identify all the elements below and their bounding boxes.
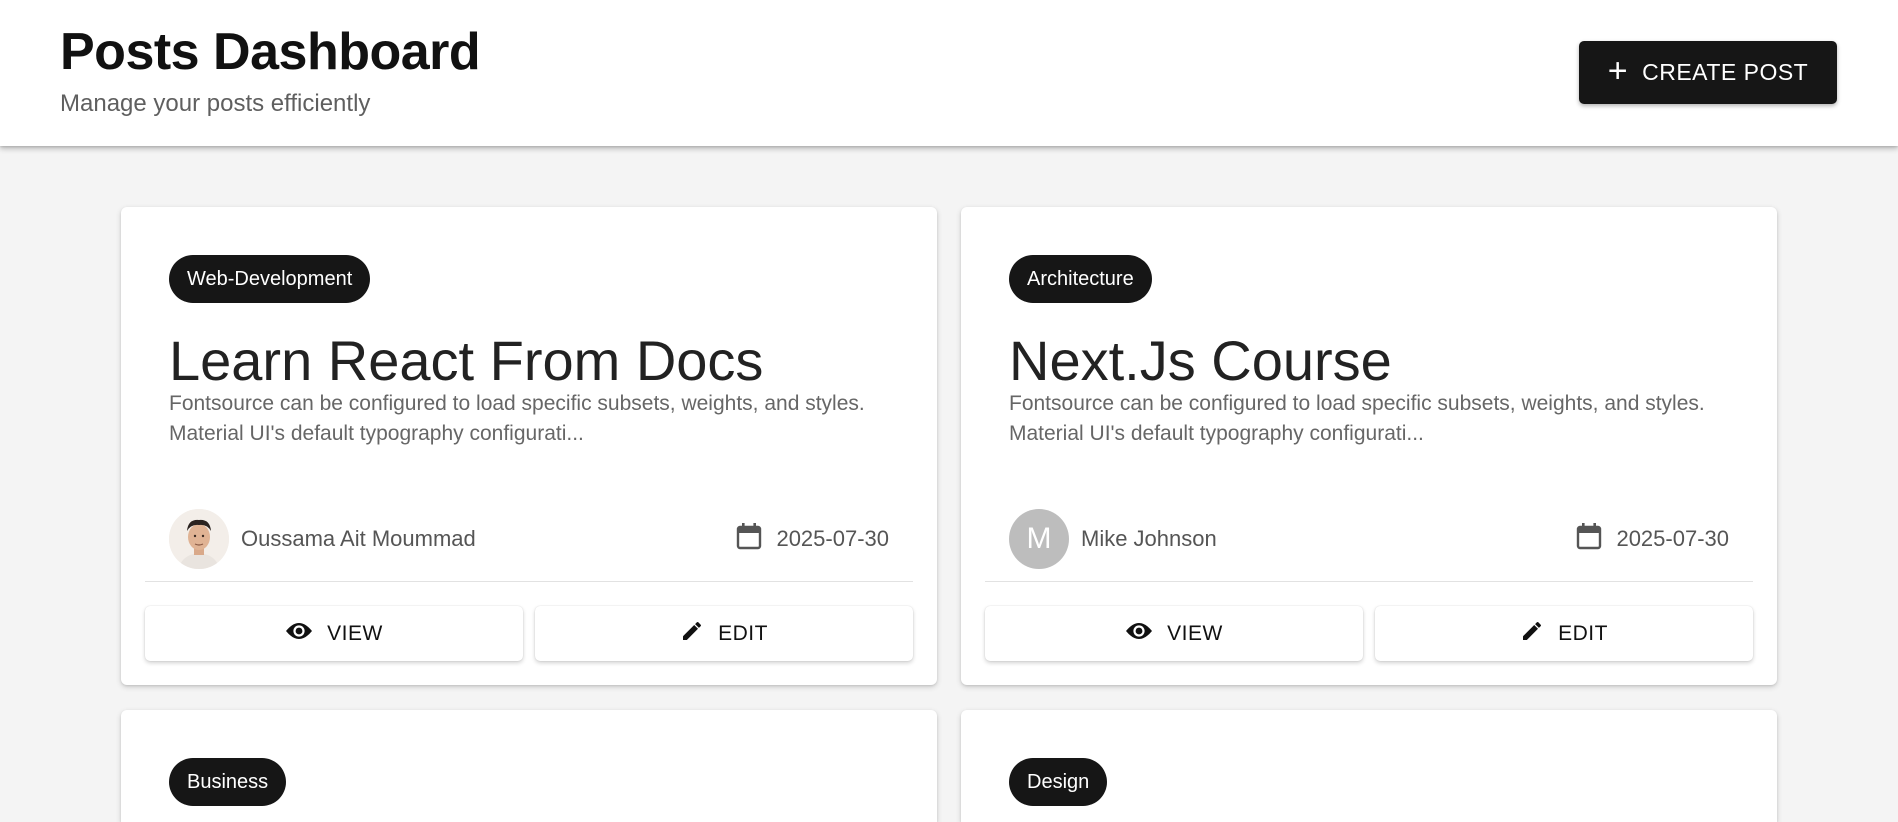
pencil-icon xyxy=(1520,619,1544,649)
eye-icon xyxy=(1125,621,1153,647)
create-post-button[interactable]: + CREATE POST xyxy=(1579,41,1837,104)
card-actions: VIEW EDIT xyxy=(145,606,913,661)
category-badge: Business xyxy=(169,758,287,806)
card-divider xyxy=(985,581,1753,582)
pencil-icon xyxy=(680,619,704,649)
post-card: Business xyxy=(121,710,937,822)
post-excerpt: Fontsource can be configured to load spe… xyxy=(169,392,865,445)
avatar: M xyxy=(1009,509,1069,569)
eye-icon xyxy=(285,621,313,647)
post-card: Design xyxy=(961,710,1777,822)
view-label: VIEW xyxy=(327,621,383,645)
post-title: Learn React From Docs xyxy=(169,329,764,392)
app-header: Posts Dashboard Manage your posts effici… xyxy=(0,0,1898,146)
create-post-label: CREATE POST xyxy=(1642,59,1809,85)
view-button[interactable]: VIEW xyxy=(985,606,1363,661)
post-date: 2025-07-30 xyxy=(736,522,889,556)
post-date-text: 2025-07-30 xyxy=(1616,526,1729,551)
category-badge: Architecture xyxy=(1009,255,1152,303)
view-label: VIEW xyxy=(1167,621,1223,645)
post-date: 2025-07-30 xyxy=(1576,522,1729,556)
edit-label: EDIT xyxy=(718,621,768,645)
post-excerpt: Fontsource can be configured to load spe… xyxy=(1009,392,1705,445)
card-actions: VIEW EDIT xyxy=(985,606,1753,661)
page-title: Posts Dashboard xyxy=(60,23,481,81)
avatar xyxy=(169,509,229,569)
post-meta: M Mike Johnson 2025-07-30 xyxy=(1009,509,1729,569)
calendar-icon xyxy=(1576,522,1602,556)
post-card: Web-Development Learn React From Docs Fo… xyxy=(121,207,937,685)
card-divider xyxy=(145,581,913,582)
category-badge: Web-Development xyxy=(169,255,371,303)
plus-icon: + xyxy=(1607,52,1629,90)
view-button[interactable]: VIEW xyxy=(145,606,523,661)
page-subtitle: Manage your posts efficiently xyxy=(60,90,371,117)
post-title: Next.Js Course xyxy=(1009,329,1392,392)
post-meta: Oussama Ait Moummad 2025-07-30 xyxy=(169,509,889,569)
edit-label: EDIT xyxy=(1558,621,1608,645)
author-name: Mike Johnson xyxy=(1081,526,1217,551)
edit-button[interactable]: EDIT xyxy=(1375,606,1753,661)
category-badge: Design xyxy=(1009,758,1108,806)
post-date-text: 2025-07-30 xyxy=(776,526,889,551)
edit-button[interactable]: EDIT xyxy=(535,606,913,661)
calendar-icon xyxy=(736,522,762,556)
author-name: Oussama Ait Moummad xyxy=(241,526,476,551)
post-card: Architecture Next.Js Course Fontsource c… xyxy=(961,207,1777,685)
